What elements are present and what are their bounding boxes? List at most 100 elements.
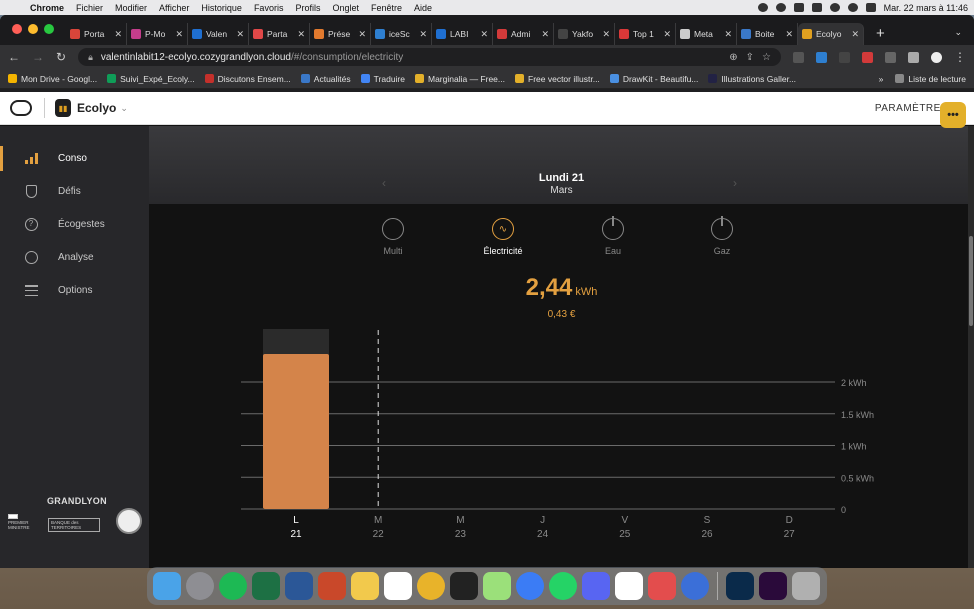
- extension-icon[interactable]: [793, 51, 804, 63]
- scrollbar-thumb[interactable]: [969, 236, 973, 326]
- browser-tab[interactable]: Meta ✕: [676, 23, 737, 45]
- x-tick-label[interactable]: L: [293, 515, 299, 526]
- messenger-icon[interactable]: [516, 572, 544, 600]
- profile-avatar[interactable]: [931, 51, 942, 63]
- tab-close-icon[interactable]: ✕: [785, 29, 793, 40]
- bookmark-item[interactable]: DrawKit - Beautifu...: [609, 74, 698, 84]
- browser-tab[interactable]: P-Mo ✕: [127, 23, 188, 45]
- x-tick-label[interactable]: J: [540, 515, 545, 526]
- x-date-label[interactable]: 24: [537, 529, 549, 540]
- tab-close-icon[interactable]: ✕: [114, 29, 122, 40]
- status-icon[interactable]: [775, 3, 786, 12]
- sidebar-item-conso[interactable]: Conso: [0, 142, 149, 175]
- x-date-label[interactable]: 23: [455, 529, 467, 540]
- new-tab-button[interactable]: +: [864, 25, 885, 45]
- bookmark-item[interactable]: Free vector illustr...: [515, 74, 600, 84]
- menu-item[interactable]: Profils: [295, 3, 328, 13]
- browser-tab[interactable]: Prése ✕: [310, 23, 371, 45]
- feedback-chat-button[interactable]: •••: [940, 102, 966, 128]
- menu-item[interactable]: Favoris: [254, 3, 292, 13]
- messages-icon[interactable]: [483, 572, 511, 600]
- tab-close-icon[interactable]: ✕: [480, 29, 488, 40]
- clock-app-icon[interactable]: [681, 572, 709, 600]
- browser-tab[interactable]: Parta ✕: [249, 23, 310, 45]
- x-tick-label[interactable]: V: [621, 515, 628, 526]
- install-icon[interactable]: ⊕: [729, 52, 737, 63]
- photoshop-icon[interactable]: [726, 572, 754, 600]
- menu-item[interactable]: Fenêtre: [371, 3, 410, 13]
- trash-icon[interactable]: [792, 572, 820, 600]
- browser-tab[interactable]: Yakfo ✕: [554, 23, 615, 45]
- address-bar[interactable]: 🔒︎ valentinlabit12-ecolyo.cozygrandlyon.…: [78, 48, 781, 66]
- menubar-clock[interactable]: Mar. 22 mars à 11:46: [884, 3, 968, 13]
- x-date-label[interactable]: 27: [784, 529, 796, 540]
- tab-search-icon[interactable]: ⌄: [954, 27, 974, 45]
- sidebar-item-defis[interactable]: Défis: [0, 175, 149, 208]
- fluid-tab-gas[interactable]: Gaz: [692, 216, 752, 256]
- browser-tab[interactable]: iceSc ✕: [371, 23, 432, 45]
- x-tick-label[interactable]: D: [786, 515, 793, 526]
- slack-icon[interactable]: [615, 572, 643, 600]
- menu-item[interactable]: Historique: [201, 3, 250, 13]
- word-icon[interactable]: [285, 572, 313, 600]
- minimize-window-button[interactable]: [28, 24, 38, 34]
- speech-icon[interactable]: [648, 572, 676, 600]
- whatsapp-icon[interactable]: [549, 572, 577, 600]
- bookmark-item[interactable]: Discutons Ensem...: [204, 74, 291, 84]
- x-tick-label[interactable]: S: [704, 515, 711, 526]
- tab-close-icon[interactable]: ✕: [663, 29, 671, 40]
- extension-icon[interactable]: [862, 51, 873, 63]
- search-icon[interactable]: [847, 3, 858, 12]
- x-date-label[interactable]: 22: [373, 529, 385, 540]
- sidebar-item-ecogestes[interactable]: ? Écogestes: [0, 208, 149, 241]
- bookmark-star-icon[interactable]: ☆: [762, 52, 771, 63]
- tab-close-icon[interactable]: ✕: [175, 29, 183, 40]
- chart-bar[interactable]: [263, 354, 329, 509]
- menu-item[interactable]: Modifier: [115, 3, 155, 13]
- extension-icon[interactable]: [839, 51, 850, 63]
- cozy-cloud-icon[interactable]: [10, 100, 32, 116]
- reading-list-button[interactable]: Liste de lecture: [895, 74, 966, 84]
- powerpoint-icon[interactable]: [318, 572, 346, 600]
- figma-icon[interactable]: [450, 572, 478, 600]
- fluid-tab-electricity[interactable]: ∿ Électricité: [473, 218, 533, 256]
- photos-icon[interactable]: [351, 572, 379, 600]
- bookmark-item[interactable]: Mon Drive - Googl...: [8, 74, 97, 84]
- bookmark-item[interactable]: Traduire: [360, 74, 405, 84]
- tab-close-icon[interactable]: ✕: [236, 29, 244, 40]
- close-window-button[interactable]: [12, 24, 22, 34]
- control-center-icon[interactable]: [865, 3, 876, 12]
- menu-app-name[interactable]: Chrome: [30, 3, 72, 13]
- notion-icon[interactable]: [384, 572, 412, 600]
- launchpad-icon[interactable]: [186, 572, 214, 600]
- menu-item[interactable]: Fichier: [76, 3, 111, 13]
- x-date-label[interactable]: 21: [290, 529, 302, 540]
- excel-icon[interactable]: [252, 572, 280, 600]
- browser-tab[interactable]: LABI ✕: [432, 23, 493, 45]
- browser-tab[interactable]: Admi ✕: [493, 23, 554, 45]
- chrome-icon[interactable]: [417, 572, 445, 600]
- back-icon[interactable]: ←: [8, 50, 20, 64]
- tab-close-icon[interactable]: ✕: [602, 29, 610, 40]
- menu-item[interactable]: Afficher: [159, 3, 197, 13]
- scrollbar[interactable]: [968, 126, 974, 568]
- fluid-tab-multi[interactable]: Multi: [363, 218, 423, 256]
- bookmark-item[interactable]: Actualités: [300, 74, 351, 84]
- status-icon[interactable]: [793, 3, 804, 12]
- browser-tab[interactable]: Ecolyo ✕: [798, 23, 864, 45]
- tab-close-icon[interactable]: ✕: [724, 29, 732, 40]
- x-date-label[interactable]: 25: [619, 529, 631, 540]
- tab-close-icon[interactable]: ✕: [358, 29, 366, 40]
- share-icon[interactable]: ⇪: [746, 52, 754, 63]
- browser-tab[interactable]: Top 1 ✕: [615, 23, 676, 45]
- forward-icon[interactable]: →: [32, 50, 44, 64]
- zoom-window-button[interactable]: [44, 24, 54, 34]
- extension-icon[interactable]: [816, 51, 827, 63]
- tab-close-icon[interactable]: ✕: [541, 29, 549, 40]
- premiere-icon[interactable]: [759, 572, 787, 600]
- menu-item[interactable]: Onglet: [332, 3, 367, 13]
- extension-icon[interactable]: [885, 51, 896, 63]
- reload-icon[interactable]: ↻: [56, 50, 66, 64]
- chevron-down-icon[interactable]: ⌄: [120, 103, 128, 114]
- x-date-label[interactable]: 26: [701, 529, 713, 540]
